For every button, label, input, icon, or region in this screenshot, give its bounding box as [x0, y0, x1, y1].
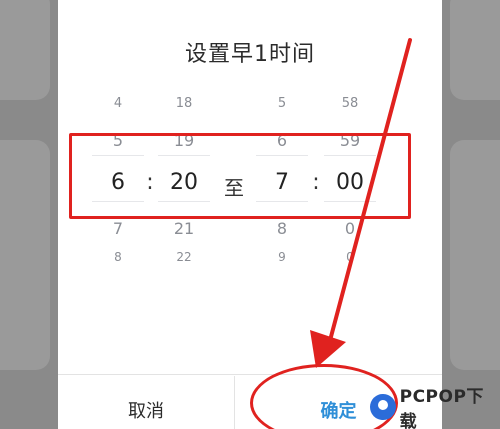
wheel-option[interactable]: 8: [86, 250, 150, 264]
background-card: [0, 0, 50, 100]
background-card: [450, 0, 500, 100]
wheel-option[interactable]: 9: [250, 250, 314, 264]
watermark-text: PCPOP下载: [399, 387, 484, 429]
wheel-option[interactable]: 0: [318, 250, 382, 264]
background-card: [0, 140, 50, 370]
wheel-option[interactable]: 21: [152, 219, 216, 238]
background-right: [442, 0, 500, 429]
background-left: [0, 0, 58, 429]
background-card: [450, 140, 500, 370]
wheel-option[interactable]: 0: [318, 219, 382, 238]
wheel-option[interactable]: 18: [152, 96, 216, 111]
wheel-option[interactable]: 58: [318, 96, 382, 111]
watermark-logo: PCPOP下载: [370, 387, 500, 429]
selection-highlight-box: [69, 133, 411, 219]
cancel-button[interactable]: 取消: [58, 374, 234, 429]
wheel-option[interactable]: 7: [86, 219, 150, 238]
wheel-option[interactable]: 4: [86, 96, 150, 111]
wheel-option[interactable]: 22: [152, 250, 216, 264]
pcpop-logo-icon: [370, 394, 396, 420]
wheel-option[interactable]: 8: [250, 219, 314, 238]
wheel-option[interactable]: 5: [250, 96, 314, 111]
